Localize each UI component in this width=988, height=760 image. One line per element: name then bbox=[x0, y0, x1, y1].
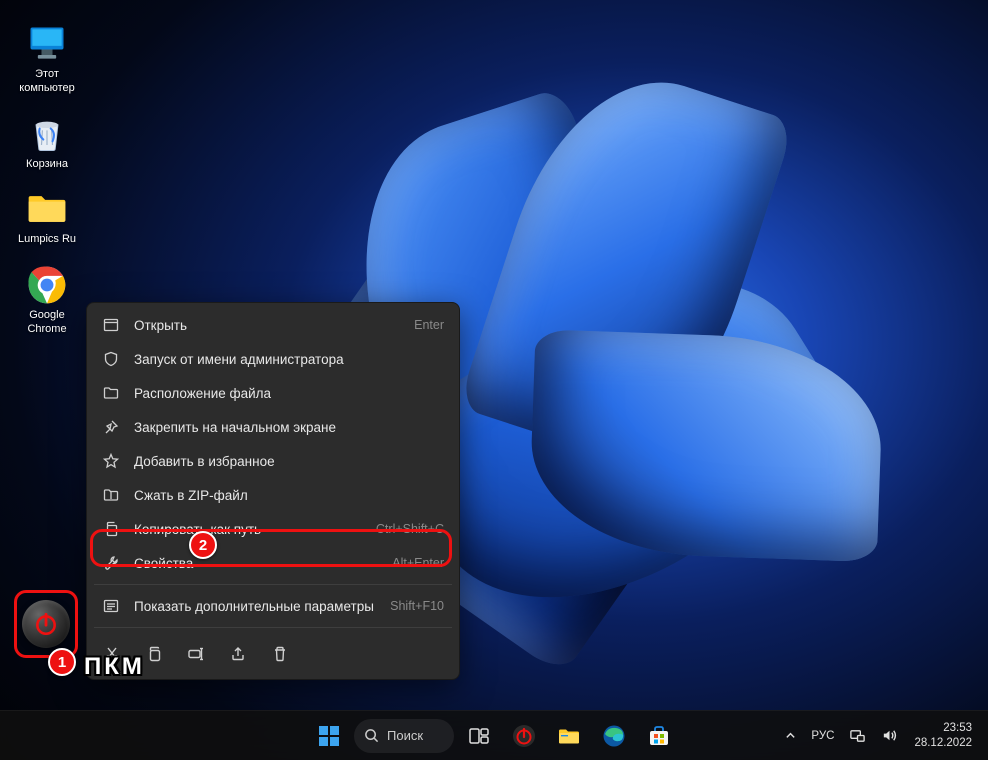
ctx-shortcut: Enter bbox=[414, 318, 444, 332]
taskbar-taskview[interactable] bbox=[459, 716, 499, 756]
ctx-label: Расположение файла bbox=[134, 386, 444, 401]
ctx-item-pin-start[interactable]: Закрепить на начальном экране bbox=[92, 410, 454, 444]
ctx-bar-share[interactable] bbox=[220, 636, 256, 672]
tray-clock[interactable]: 23:5328.12.2022 bbox=[906, 716, 980, 756]
desktop-icon-chrome[interactable]: GoogleChrome bbox=[8, 261, 86, 339]
copy-icon bbox=[102, 521, 120, 537]
ctx-label: Закрепить на начальном экране bbox=[134, 420, 444, 435]
ctx-label: Сжать в ZIP-файл bbox=[134, 488, 444, 503]
shield-icon bbox=[102, 351, 120, 367]
ctx-action-bar bbox=[92, 632, 454, 674]
star-icon bbox=[102, 453, 120, 469]
icon-label: Этоткомпьютер bbox=[19, 68, 74, 96]
taskbar-app-store[interactable] bbox=[639, 716, 679, 756]
taskbar-app-explorer[interactable] bbox=[549, 716, 589, 756]
start-button[interactable] bbox=[309, 716, 349, 756]
wrench-icon bbox=[102, 555, 120, 571]
taskbar-app-power[interactable] bbox=[504, 716, 544, 756]
desktop-icon-recycle-bin[interactable]: Корзина bbox=[8, 110, 86, 174]
ctx-item-add-fav[interactable]: Добавить в избранное bbox=[92, 444, 454, 478]
ctx-separator bbox=[94, 584, 452, 585]
desktop-icons-column: Этоткомпьютер Корзина Lumpics Ru GoogleC… bbox=[8, 20, 86, 339]
icon-label: Lumpics Ru bbox=[18, 233, 76, 247]
desktop-icon-this-pc[interactable]: Этоткомпьютер bbox=[8, 20, 86, 98]
ctx-item-file-location[interactable]: Расположение файла bbox=[92, 376, 454, 410]
ctx-item-open[interactable]: Открыть Enter bbox=[92, 308, 454, 342]
ctx-item-run-admin[interactable]: Запуск от имени администратора bbox=[92, 342, 454, 376]
taskbar-center: Поиск bbox=[309, 716, 679, 756]
ctx-bar-cut[interactable] bbox=[94, 636, 130, 672]
zip-icon bbox=[102, 487, 120, 503]
system-tray: РУС 23:5328.12.2022 bbox=[778, 711, 980, 760]
icon-label: GoogleChrome bbox=[27, 309, 66, 337]
ctx-label: Запуск от имени администратора bbox=[134, 352, 444, 367]
ctx-item-zip[interactable]: Сжать в ZIP-файл bbox=[92, 478, 454, 512]
folder-outline-icon bbox=[102, 385, 120, 401]
ctx-label: Открыть bbox=[134, 318, 406, 333]
search-label: Поиск bbox=[387, 728, 423, 743]
context-menu: Открыть Enter Запуск от имени администрат… bbox=[86, 302, 460, 680]
ctx-shortcut: Alt+Enter bbox=[392, 556, 444, 570]
window-icon bbox=[102, 317, 120, 333]
tray-volume-icon[interactable] bbox=[874, 716, 905, 756]
taskbar: Поиск РУС 23:5328.12.2022 bbox=[0, 710, 988, 760]
tray-overflow-button[interactable] bbox=[778, 716, 803, 756]
recycle-bin-icon bbox=[25, 112, 69, 156]
monitor-icon bbox=[25, 22, 69, 66]
desktop-icon-folder[interactable]: Lumpics Ru bbox=[8, 185, 86, 249]
ctx-bar-delete[interactable] bbox=[262, 636, 298, 672]
more-options-icon bbox=[102, 598, 120, 614]
ctx-item-more-options[interactable]: Показать дополнительные параметры Shift+F… bbox=[92, 589, 454, 623]
ctx-shortcut: Ctrl+Shift+C bbox=[376, 522, 444, 536]
date: 28.12.2022 bbox=[914, 736, 972, 751]
ctx-label: Добавить в избранное bbox=[134, 454, 444, 469]
folder-icon bbox=[25, 187, 69, 231]
ctx-label: Копировать как путь bbox=[134, 522, 368, 537]
ctx-bar-rename[interactable] bbox=[178, 636, 214, 672]
ctx-shortcut: Shift+F10 bbox=[390, 599, 444, 613]
ctx-separator bbox=[94, 627, 452, 628]
ctx-label: Показать дополнительные параметры bbox=[134, 599, 382, 614]
time: 23:53 bbox=[943, 721, 972, 736]
ctx-item-copy-path[interactable]: Копировать как путь Ctrl+Shift+C bbox=[92, 512, 454, 546]
ctx-label: Свойства bbox=[134, 556, 384, 571]
desktop-icon-power-shortcut[interactable] bbox=[22, 600, 70, 648]
icon-label: Корзина bbox=[26, 158, 68, 172]
taskbar-search[interactable]: Поиск bbox=[354, 719, 454, 753]
tray-language[interactable]: РУС bbox=[804, 716, 841, 756]
ctx-bar-copy[interactable] bbox=[136, 636, 172, 672]
taskbar-app-edge[interactable] bbox=[594, 716, 634, 756]
ctx-item-properties[interactable]: Свойства Alt+Enter bbox=[92, 546, 454, 580]
chrome-icon bbox=[25, 263, 69, 307]
tray-network-icon[interactable] bbox=[842, 716, 873, 756]
pin-icon bbox=[102, 419, 120, 435]
